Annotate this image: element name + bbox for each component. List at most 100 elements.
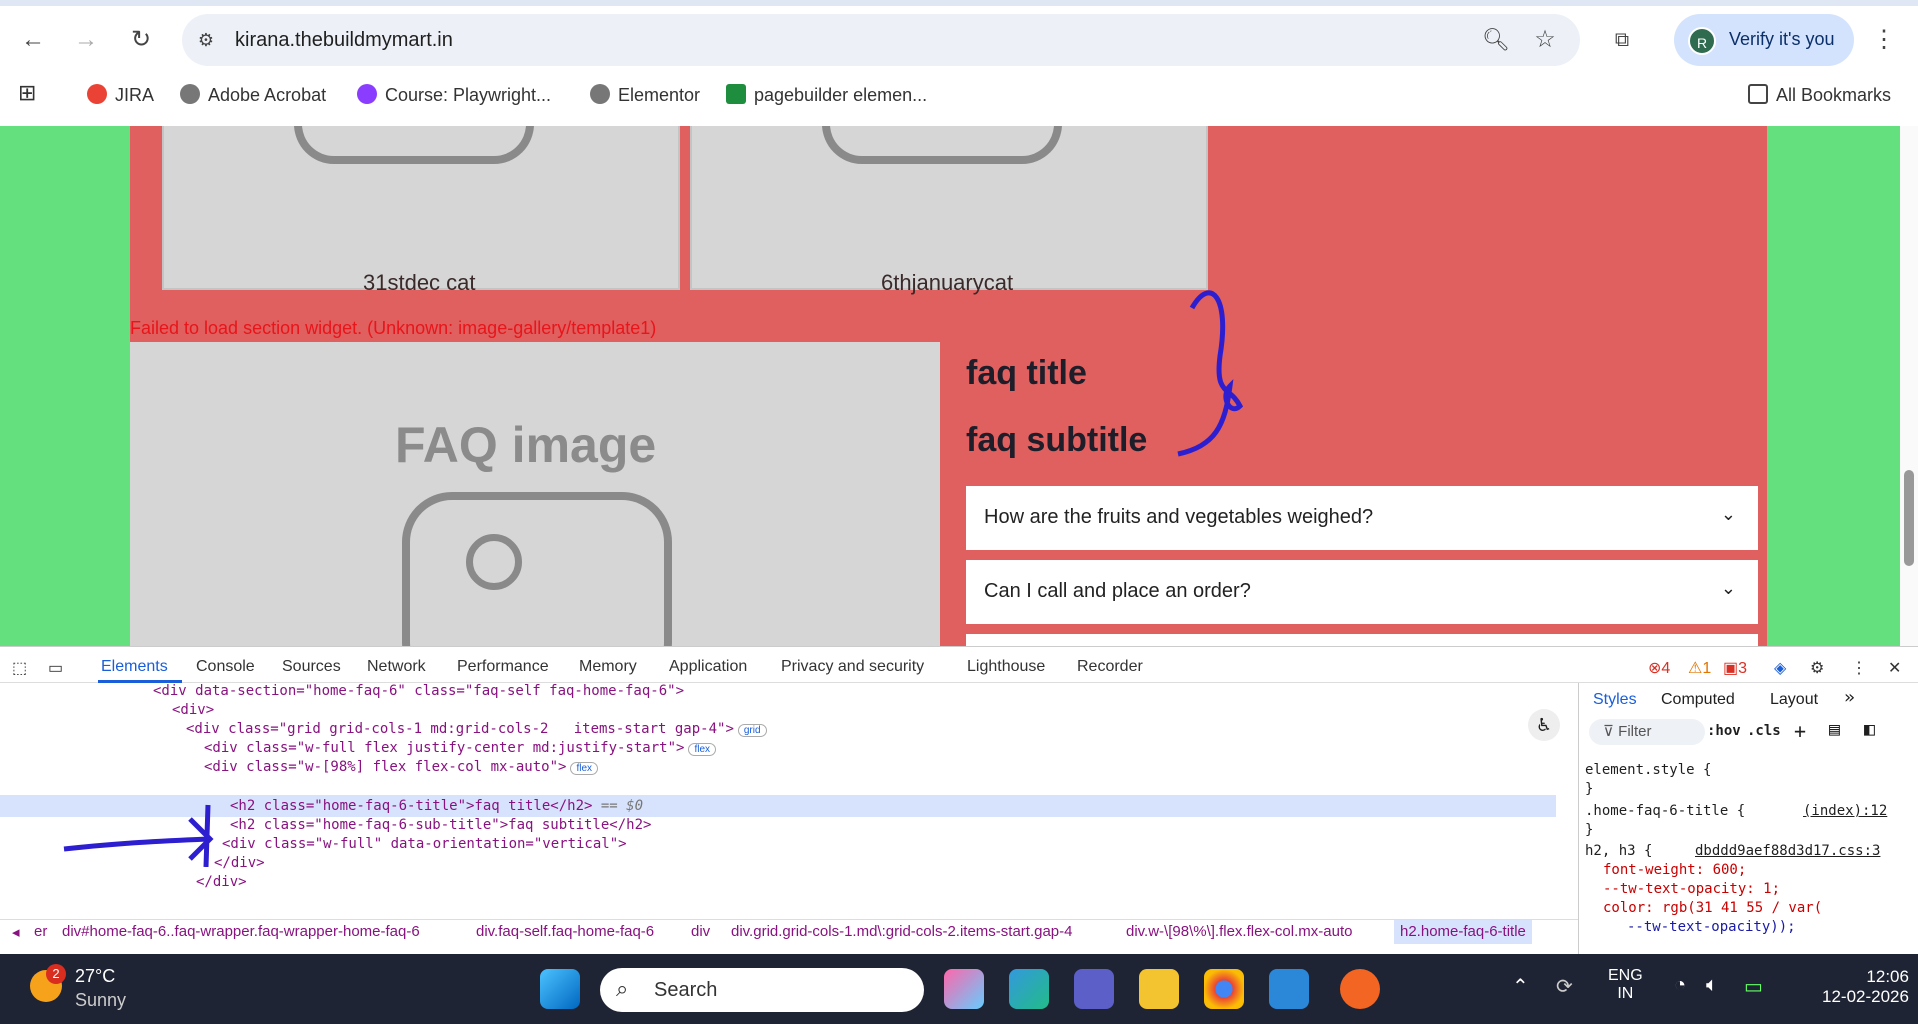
faq-item[interactable] (966, 634, 1758, 646)
grid-badge[interactable]: grid (737, 724, 767, 737)
bookmark-acrobat[interactable]: Adobe Acrobat (180, 84, 326, 106)
weather-temp[interactable]: 27°C (75, 966, 115, 987)
edge-icon[interactable] (1009, 969, 1049, 1009)
style-rule[interactable]: .home-faq-6-title { (1585, 803, 1745, 819)
teams-icon[interactable] (1074, 969, 1114, 1009)
zoom-icon[interactable]: 🔍︎ (1478, 22, 1514, 58)
scroll-thumb[interactable] (1904, 470, 1914, 566)
back-icon[interactable]: ← (15, 22, 51, 58)
sidebar-toggle-icon[interactable]: ◧ (1864, 719, 1875, 740)
verify-profile-button[interactable]: R Verify it's you (1674, 14, 1854, 66)
style-property[interactable]: font-weight: 600; (1603, 862, 1746, 878)
language-indicator[interactable]: ENG IN (1608, 967, 1643, 1003)
page-scrollbar[interactable] (1900, 126, 1918, 646)
more-tabs-icon[interactable]: » (1844, 687, 1855, 708)
tab-application[interactable]: Application (669, 658, 747, 676)
styles-filter-input[interactable]: ⊽ Filter (1589, 719, 1705, 745)
tab-styles[interactable]: Styles (1593, 691, 1637, 709)
chevron-up-icon[interactable]: ⌃ (1512, 974, 1529, 999)
tab-memory[interactable]: Memory (579, 658, 637, 676)
category-image[interactable] (690, 126, 1208, 290)
wifi-icon[interactable]: ◔ (1674, 974, 1686, 997)
tab-recorder[interactable]: Recorder (1077, 658, 1143, 676)
breadcrumb-scroll-left-icon[interactable]: ◂ (12, 923, 20, 941)
tab-privacy[interactable]: Privacy and security (781, 658, 924, 676)
dom-node[interactable]: </div> (214, 855, 265, 871)
warning-count[interactable]: ⚠1 (1688, 658, 1711, 678)
battery-icon[interactable]: ▭ (1744, 974, 1763, 999)
breadcrumb-item[interactable]: div#home-faq-6..faq-wrapper.faq-wrapper-… (62, 923, 420, 940)
more-icon[interactable]: ⋮ (1851, 658, 1867, 678)
dom-node[interactable]: <div class="w-full flex justify-center m… (204, 740, 716, 756)
postman-icon[interactable] (1340, 969, 1380, 1009)
breadcrumb-item[interactable]: div.grid.grid-cols-1.md\:grid-cols-2.ite… (731, 923, 1073, 940)
tab-sources[interactable]: Sources (282, 658, 341, 676)
paint-icon[interactable]: ▤ (1829, 719, 1840, 740)
bookmark-elementor[interactable]: Elementor (590, 84, 700, 106)
breadcrumb-item[interactable]: er (34, 923, 47, 940)
dom-node[interactable]: <div class="w-[98%] flex flex-col mx-aut… (204, 759, 598, 775)
style-property[interactable]: color: rgb(31 41 55 / var( (1603, 900, 1822, 916)
apps-icon[interactable]: ⊞ (18, 80, 36, 106)
faq-item[interactable]: How are the fruits and vegetables weighe… (966, 486, 1758, 550)
tab-layout[interactable]: Layout (1770, 691, 1818, 709)
dom-node[interactable]: <div class="grid grid-cols-1 md:grid-col… (186, 721, 767, 737)
accessibility-icon[interactable]: ♿︎ (1528, 709, 1560, 741)
style-rule[interactable]: h2, h3 { (1585, 843, 1652, 859)
style-property[interactable]: --tw-text-opacity: 1; (1603, 881, 1780, 897)
reload-icon[interactable]: ↻ (123, 22, 159, 58)
bookmark-jira[interactable]: JIRA (87, 84, 154, 106)
faq-item[interactable]: Can I call and place an order? ⌄ (966, 560, 1758, 624)
breadcrumb-item[interactable]: div.faq-self.faq-home-faq-6 (476, 923, 654, 940)
dom-node[interactable]: <div> (172, 702, 214, 718)
forward-icon[interactable]: → (68, 22, 104, 58)
dom-node[interactable]: </div> (196, 874, 247, 890)
cls-toggle[interactable]: .cls (1747, 723, 1781, 739)
ai-assistance-icon[interactable]: ◈ (1774, 658, 1786, 678)
file-explorer-icon[interactable] (1139, 969, 1179, 1009)
flex-badge[interactable]: flex (688, 743, 716, 756)
star-icon[interactable]: ☆ (1527, 22, 1563, 58)
breadcrumb-item-active[interactable]: h2.home-faq-6-title (1394, 920, 1532, 944)
taskbar-search[interactable]: ⌕ Search (600, 968, 924, 1012)
dom-node-selected[interactable]: <h2 class="home-faq-6-title">faq title</… (230, 798, 643, 814)
hov-toggle[interactable]: :hov (1707, 723, 1741, 739)
url-text[interactable]: kirana.thebuildmymart.in (235, 29, 453, 52)
device-toggle-icon[interactable]: ▭ (48, 658, 63, 678)
tab-elements[interactable]: Elements (101, 658, 168, 676)
dom-node[interactable]: <div data-section="home-faq-6" class="fa… (153, 683, 684, 699)
tab-network[interactable]: Network (367, 658, 426, 676)
style-rule[interactable]: element.style { (1585, 762, 1711, 778)
tab-performance[interactable]: Performance (457, 658, 549, 676)
flex-badge[interactable]: flex (570, 762, 598, 775)
site-info-icon[interactable]: ⚙ (188, 22, 224, 58)
breadcrumb-item[interactable]: div.w-\[98\%\].flex.flex-col.mx-auto (1126, 923, 1352, 940)
clock[interactable]: 12:06 12-02-2026 (1822, 967, 1909, 1007)
all-bookmarks[interactable]: All Bookmarks (1748, 84, 1891, 106)
add-rule-icon[interactable]: + (1794, 719, 1806, 743)
dom-node[interactable]: <div class="w-full" data-orientation="ve… (222, 836, 627, 852)
copilot-icon[interactable] (944, 969, 984, 1009)
tab-console[interactable]: Console (196, 658, 255, 676)
volume-icon[interactable]: 🔈︎ (1706, 974, 1718, 997)
dom-node[interactable]: <h2 class="home-faq-6-sub-title">faq sub… (230, 817, 651, 833)
category-caption[interactable]: 31stdec cat (363, 270, 476, 296)
bookmark-pagebuilder[interactable]: pagebuilder elemen... (726, 84, 927, 106)
chrome-icon[interactable] (1204, 969, 1244, 1009)
extensions-icon[interactable]: ⧉ (1604, 22, 1640, 58)
sync-icon[interactable]: ⟳ (1556, 974, 1573, 999)
tab-lighthouse[interactable]: Lighthouse (967, 658, 1045, 676)
close-icon[interactable]: ✕ (1888, 658, 1901, 678)
breadcrumb-item[interactable]: div (691, 923, 710, 940)
tab-computed[interactable]: Computed (1661, 691, 1735, 709)
notepad-icon[interactable] (1269, 969, 1309, 1009)
gear-icon[interactable]: ⚙ (1810, 658, 1824, 678)
style-source-link[interactable]: dbddd9aef88d3d17.css:3 (1695, 843, 1880, 859)
category-caption[interactable]: 6thjanuarycat (881, 270, 1013, 296)
inspect-icon[interactable]: ⬚ (12, 658, 27, 678)
start-icon[interactable] (540, 969, 580, 1009)
category-image[interactable] (162, 126, 680, 290)
menu-icon[interactable]: ⋮ (1866, 22, 1902, 58)
bookmark-course[interactable]: Course: Playwright... (357, 84, 551, 106)
error-count[interactable]: ⊗4 (1648, 658, 1670, 678)
